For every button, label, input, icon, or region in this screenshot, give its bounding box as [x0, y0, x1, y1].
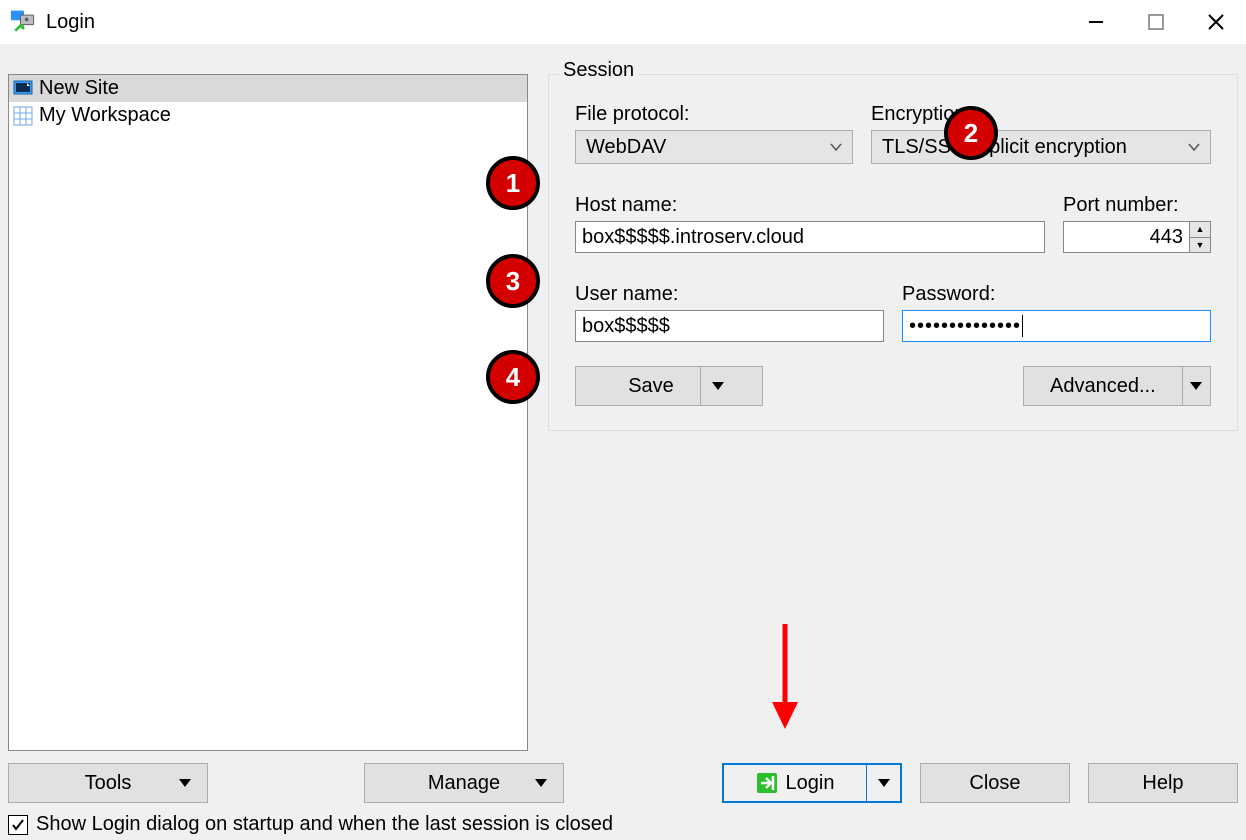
username-input[interactable]: box$$$$$ [575, 310, 884, 342]
manage-button[interactable]: Manage [364, 763, 564, 803]
close-button[interactable]: Close [920, 763, 1070, 803]
manage-label: Manage [428, 772, 500, 795]
password-mask: •••••••••••••• [909, 315, 1021, 338]
chevron-down-icon [830, 136, 842, 159]
close-window-button[interactable] [1186, 0, 1246, 44]
title-text: Login [46, 11, 95, 34]
encryption-value: TLS/SSL Implicit encryption [882, 136, 1127, 159]
password-input[interactable]: •••••••••••••• [902, 310, 1211, 342]
advanced-label: Advanced... [1024, 375, 1182, 398]
port-up-button[interactable]: ▲ [1190, 222, 1210, 238]
username-label: User name: [575, 283, 884, 306]
sites-list[interactable]: New Site My Workspace [8, 74, 528, 751]
window-controls [1066, 0, 1246, 44]
login-button[interactable]: Login [722, 763, 902, 803]
dropdown-arrow-icon [535, 779, 547, 787]
username-value: box$$$$$ [582, 315, 670, 338]
host-input[interactable]: box$$$$$.introserv.cloud [575, 221, 1045, 253]
password-label: Password: [902, 283, 1211, 306]
help-button[interactable]: Help [1088, 763, 1238, 803]
help-label: Help [1142, 772, 1183, 795]
host-label: Host name: [575, 194, 1045, 217]
annotation-arrow-icon [770, 624, 800, 739]
site-item-my-workspace[interactable]: My Workspace [9, 102, 527, 129]
encryption-label: Encryption: [871, 103, 1211, 126]
file-protocol-value: WebDAV [586, 136, 666, 159]
monitor-icon [13, 79, 33, 99]
encryption-dropdown[interactable]: TLS/SSL Implicit encryption [871, 130, 1211, 164]
dropdown-arrow-icon[interactable] [1182, 367, 1210, 405]
grid-icon [13, 106, 33, 126]
login-label: Login [786, 772, 835, 795]
callout-4: 4 [486, 350, 540, 404]
host-value: box$$$$$.introserv.cloud [582, 226, 804, 249]
tools-button[interactable]: Tools [8, 763, 208, 803]
tools-label: Tools [85, 772, 132, 795]
login-dropdown-arrow[interactable] [866, 765, 900, 801]
file-protocol-dropdown[interactable]: WebDAV [575, 130, 853, 164]
callout-3: 3 [486, 254, 540, 308]
text-cursor [1022, 315, 1023, 337]
session-panel: Session File protocol: WebDAV Encryption… [548, 74, 1238, 431]
callout-2: 2 [944, 106, 998, 160]
advanced-button[interactable]: Advanced... [1023, 366, 1211, 406]
site-item-label: My Workspace [39, 104, 171, 127]
close-label: Close [969, 772, 1020, 795]
session-legend: Session [559, 59, 638, 82]
login-icon [756, 772, 778, 794]
port-spinner[interactable]: 443 ▲ ▼ [1063, 221, 1211, 253]
dropdown-arrow-icon [179, 779, 191, 787]
titlebar: Login [0, 0, 1246, 44]
save-label: Save [602, 375, 700, 398]
client-area: New Site My Workspace Session File pr [0, 44, 1246, 840]
startup-checkbox-row: Show Login dialog on startup and when th… [8, 813, 1238, 836]
bottom-button-row: Tools Manage Login Close [8, 763, 1238, 803]
minimize-button[interactable] [1066, 0, 1126, 44]
session-wrap: Session File protocol: WebDAV Encryption… [548, 44, 1238, 751]
startup-checkbox[interactable] [8, 815, 28, 835]
maximize-button [1126, 0, 1186, 44]
callout-1: 1 [486, 156, 540, 210]
site-item-new-site[interactable]: New Site [9, 75, 527, 102]
chevron-down-icon [1188, 136, 1200, 159]
dropdown-arrow-icon[interactable] [700, 367, 736, 405]
port-label: Port number: [1063, 194, 1211, 217]
port-value: 443 [1063, 221, 1189, 253]
app-icon [10, 8, 38, 36]
save-button[interactable]: Save [575, 366, 763, 406]
login-window: Login New Site [0, 0, 1246, 840]
startup-checkbox-label: Show Login dialog on startup and when th… [36, 813, 613, 836]
file-protocol-label: File protocol: [575, 103, 853, 126]
port-down-button[interactable]: ▼ [1190, 238, 1210, 253]
site-item-label: New Site [39, 77, 119, 100]
